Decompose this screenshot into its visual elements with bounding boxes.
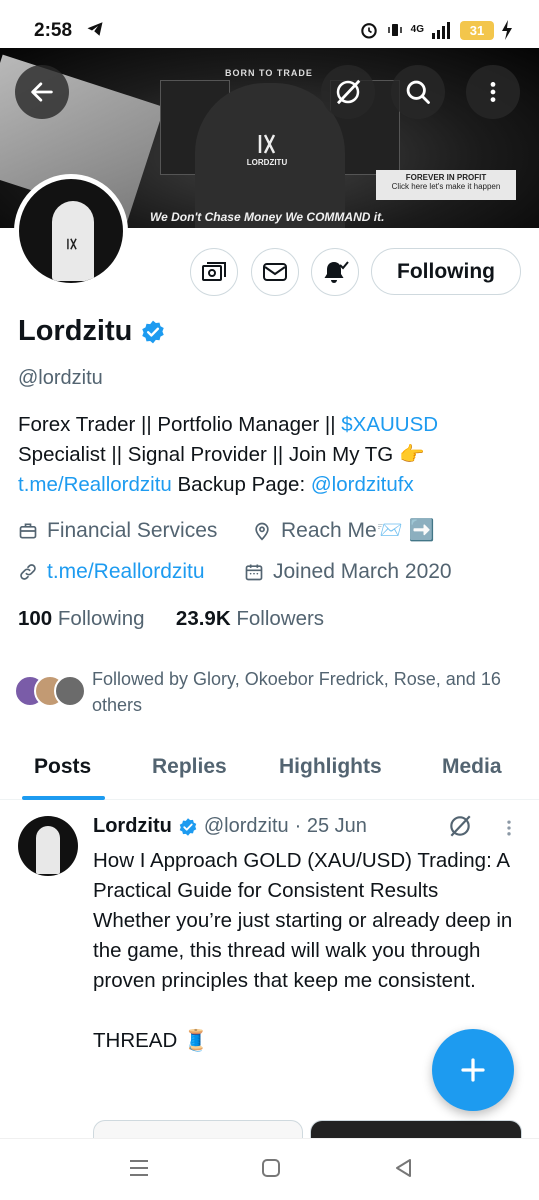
post-media-thumbnail[interactable] — [310, 1120, 522, 1140]
grok-icon — [336, 79, 361, 105]
bell-check-icon — [324, 261, 349, 283]
profile-bio: Forex Trader || Portfolio Manager || $XA… — [18, 410, 518, 500]
banner-promo-title: FOREVER IN PROFIT — [405, 173, 487, 182]
bio-line: t.me/Reallordzitu Backup Page: @lordzitu… — [18, 470, 518, 500]
followed-by-text[interactable]: Followed by Glory, Okoebor Fredrick, Ros… — [92, 666, 522, 718]
following-label: Following — [52, 607, 145, 630]
joined-text: Joined March 2020 — [273, 560, 452, 583]
profile-name-row: Lordzitu — [18, 315, 166, 348]
profile-location: Reach Me📨 ➡️ — [252, 519, 435, 543]
active-tab-indicator — [22, 796, 105, 800]
lordzitu-logo-icon — [67, 238, 77, 250]
tab-replies[interactable]: Replies — [152, 755, 227, 779]
status-bar: 2:58 4G 31 — [0, 0, 539, 48]
following-button[interactable]: Following — [371, 248, 521, 295]
notifications-button[interactable] — [311, 248, 359, 296]
post-text: How I Approach GOLD (XAU/USD) Trading: A… — [93, 849, 513, 1052]
network-type: 4G — [410, 24, 424, 35]
location-pin-icon — [252, 521, 272, 541]
charging-icon — [502, 20, 512, 40]
telegram-icon — [87, 22, 103, 36]
bio-text: Forex Trader || Portfolio Manager || — [18, 413, 342, 436]
more-vertical-icon — [490, 82, 496, 102]
profile-website[interactable]: t.me/Reallordzitu — [18, 560, 205, 584]
compose-post-button[interactable] — [432, 1029, 514, 1111]
post-more-icon[interactable] — [499, 818, 519, 838]
location-text: Reach Me📨 ➡️ — [281, 519, 435, 542]
back-arrow-icon — [31, 82, 53, 102]
tab-media[interactable]: Media — [442, 755, 502, 779]
website-link[interactable]: t.me/Reallordzitu — [47, 560, 205, 584]
profile-tabs: Posts Replies Highlights Media — [0, 740, 539, 800]
post-author-avatar[interactable] — [18, 816, 78, 876]
back-nav-icon[interactable] — [394, 1158, 412, 1178]
subscribe-button[interactable] — [190, 248, 238, 296]
profile-name: Lordzitu — [18, 315, 133, 347]
tab-posts[interactable]: Posts — [34, 755, 91, 779]
category-text: Financial Services — [47, 519, 218, 542]
banner-logo: LORDZITU — [246, 132, 288, 167]
post-author-name[interactable]: Lordzitu — [93, 815, 172, 838]
grok-button[interactable] — [321, 65, 375, 119]
alarm-icon — [360, 23, 377, 39]
tab-highlights[interactable]: Highlights — [279, 755, 382, 779]
post-author-handle[interactable]: @lordzitu — [204, 815, 289, 838]
recent-apps-icon[interactable] — [128, 1159, 150, 1177]
bio-text: Backup Page: — [171, 473, 311, 496]
profile-handle: @lordzitu — [18, 367, 103, 389]
follow-counts: 100 Following 23.9K Followers — [18, 607, 324, 631]
verified-badge-icon — [142, 320, 165, 343]
vibrate-icon — [387, 24, 402, 36]
post-date: · 25 Jun — [294, 815, 367, 837]
banner-tagline: We Don't Chase Money We COMMAND it. — [150, 210, 385, 224]
plus-icon — [461, 1058, 485, 1082]
system-navigation-bar — [0, 1138, 539, 1200]
banner-promo-subtitle: Click here let's make it happen — [391, 182, 501, 191]
more-options-button[interactable] — [466, 65, 520, 119]
profile-avatar[interactable] — [14, 174, 128, 288]
bio-mention-link[interactable]: @lordzitufx — [311, 473, 414, 496]
grok-icon[interactable] — [447, 813, 473, 839]
subscription-icon — [202, 262, 226, 281]
following-count: 100 — [18, 607, 53, 630]
cashtag-link[interactable]: $XAUUSD — [341, 413, 438, 436]
followers-count: 23.9K — [175, 607, 231, 630]
search-button[interactable] — [391, 65, 445, 119]
home-icon[interactable] — [261, 1158, 281, 1178]
search-icon — [406, 80, 430, 104]
post-header: Lordzitu @lordzitu · 25 Jun — [93, 815, 367, 838]
mail-icon — [263, 263, 287, 281]
profile-category: Financial Services — [18, 519, 217, 543]
verified-badge-icon — [179, 817, 197, 836]
battery-indicator: 31 — [460, 20, 494, 40]
avatar-logo-mark — [64, 237, 80, 253]
lordzitu-logo-icon — [258, 134, 276, 154]
followers-count-link[interactable]: 23.9K Followers — [176, 607, 324, 630]
calendar-icon — [244, 562, 264, 582]
link-icon — [18, 562, 38, 582]
following-count-link[interactable]: 100 Following — [18, 607, 145, 630]
banner-headline: BORN TO TRADE — [225, 68, 313, 78]
follower-avatar — [54, 675, 86, 707]
bio-line: Specialist || Signal Provider || Join My… — [18, 443, 425, 466]
status-time: 2:58 — [34, 20, 73, 41]
signal-icon — [432, 22, 450, 39]
bio-line: Forex Trader || Portfolio Manager || $XA… — [18, 410, 518, 440]
avatar-figure — [36, 826, 60, 874]
followers-label: Followers — [230, 607, 325, 630]
message-button[interactable] — [251, 248, 299, 296]
banner-promo: FOREVER IN PROFIT Click here let's make … — [376, 170, 516, 200]
back-button[interactable] — [15, 65, 69, 119]
post-media-thumbnail[interactable] — [93, 1120, 303, 1140]
profile-joined: Joined March 2020 — [244, 560, 452, 584]
bio-telegram-link[interactable]: t.me/Reallordzitu — [18, 473, 172, 496]
briefcase-icon — [18, 521, 38, 541]
banner-logo-text: LORDZITU — [246, 158, 288, 167]
status-icons: 4G 31 — [359, 19, 513, 41]
